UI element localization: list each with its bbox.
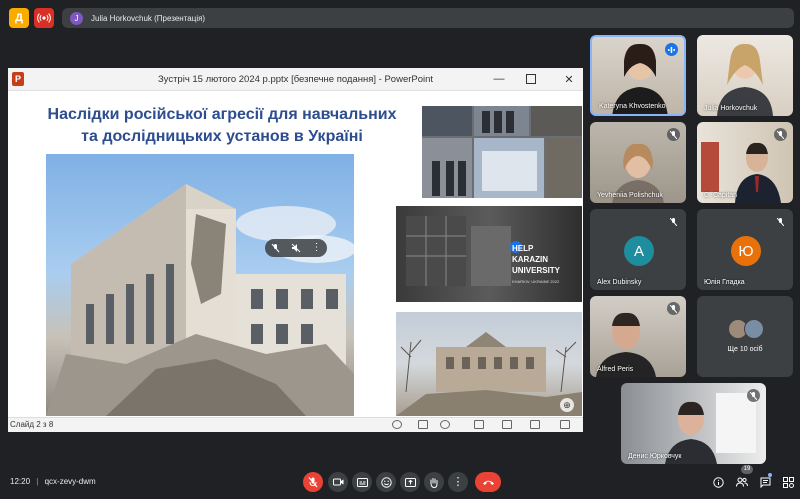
slide-sorter-icon[interactable]	[502, 420, 512, 429]
participant-tile-self[interactable]: Денис Юрковчук	[621, 383, 766, 464]
slide-counter: Слайд 2 з 8	[10, 420, 54, 429]
help-karazin-photo: HELP KARAZIN UNIVERSITY KHARKIV, UKRAINE…	[396, 206, 582, 302]
people-count-badge: 19	[741, 465, 753, 474]
mic-off-icon[interactable]	[271, 243, 280, 253]
people-collage-photo	[422, 106, 582, 198]
slide-title: Наслідки російської агресії для навчальн…	[22, 104, 422, 148]
participant-name: Julia Horkovchuk	[704, 105, 758, 112]
participant-name: Yevheniia Polishchuk	[597, 192, 663, 199]
participant-name: Alex Dubinsky	[597, 279, 642, 286]
slide-title-line2: та дослідницьких установ в Україні	[81, 128, 363, 145]
prev-slide-icon[interactable]	[392, 420, 402, 429]
participant-name: Денис Юрковчук	[628, 453, 682, 460]
help-text-line2: KARAZIN	[512, 255, 548, 264]
captions-icon	[356, 477, 368, 487]
destroyed-building-photo	[46, 154, 354, 416]
powerpoint-titlebar: P Зустріч 15 лютого 2024 р.pptx [безпечн…	[8, 68, 583, 91]
speaking-indicator-icon	[665, 43, 678, 56]
ruined-university-photo: ⊕	[396, 312, 582, 416]
mic-off-icon	[774, 215, 787, 228]
close-icon[interactable]: ✕	[560, 71, 578, 87]
presenter-controls-overlay[interactable]: ⋮	[265, 239, 327, 257]
minimize-icon[interactable]: —	[490, 71, 508, 87]
chat-button[interactable]	[756, 473, 774, 491]
info-separator: |	[36, 477, 39, 486]
participant-tile-7[interactable]: Alfred Peris	[590, 296, 686, 377]
leave-call-button[interactable]	[475, 472, 501, 492]
hand-icon	[430, 477, 438, 488]
volume-off-icon[interactable]	[291, 243, 301, 253]
help-text-line3: UNIVERSITY	[512, 266, 561, 275]
maximize-icon[interactable]	[522, 71, 540, 87]
more-options-button[interactable]: ⋮	[448, 472, 468, 492]
powerpoint-statusbar: Слайд 2 з 8	[8, 417, 583, 432]
emoji-button[interactable]	[376, 472, 396, 492]
present-icon	[404, 477, 416, 487]
participant-name: C. Capitan	[704, 192, 738, 199]
camera-icon	[332, 478, 343, 486]
zoom-icon[interactable]: ⊕	[560, 398, 574, 412]
mic-off-icon	[667, 302, 680, 315]
end-call-icon	[482, 480, 494, 485]
participant-name: Alfred Peris	[597, 366, 634, 373]
participant-tile-5[interactable]: A Alex Dubinsky	[590, 209, 686, 290]
participant-name: Kateryna Khvostenko	[599, 103, 666, 110]
participant-tile-4[interactable]: C. Capitan	[697, 122, 793, 203]
activities-button[interactable]	[779, 473, 797, 491]
mic-off-icon	[774, 128, 787, 141]
help-text-line1: HELP	[512, 244, 534, 253]
more-participants-label: Ще 10 осіб	[727, 346, 763, 353]
slideshow-icon[interactable]	[560, 420, 570, 429]
meeting-code: qcx-zevy-dwm	[44, 477, 96, 486]
presentation-window[interactable]: P Зустріч 15 лютого 2024 р.pptx [безпечн…	[8, 68, 583, 432]
participant-avatar: A	[624, 236, 654, 266]
mic-toggle-button[interactable]	[303, 472, 323, 492]
mic-off-icon	[308, 476, 318, 487]
emoji-icon	[380, 476, 392, 488]
clock: 12:20	[10, 477, 31, 486]
more-vert-icon: ⋮	[452, 475, 464, 488]
more-options-icon[interactable]: ⋮	[312, 243, 322, 253]
meeting-info: 12:20 | qcx-zevy-dwm	[10, 477, 96, 486]
chat-notification-dot	[768, 473, 772, 477]
participant-tile-1[interactable]: Kateryna Khvostenko	[590, 35, 686, 116]
participant-tile-2[interactable]: Julia Horkovchuk	[697, 35, 793, 116]
reading-view-icon[interactable]	[530, 420, 540, 429]
mic-off-icon	[667, 128, 680, 141]
mic-off-icon	[747, 389, 760, 402]
next-slide-icon[interactable]	[440, 420, 450, 429]
slide-title-line1: Наслідки російської агресії для навчальн…	[47, 106, 397, 123]
present-screen-button[interactable]	[400, 472, 420, 492]
more-participants-tile[interactable]: Ще 10 осіб	[697, 296, 793, 377]
participant-tile-6[interactable]: Ю Юлія Гладка	[697, 209, 793, 290]
people-button[interactable]: 19	[733, 465, 753, 491]
live-broadcast-icon[interactable]	[34, 8, 54, 28]
info-icon	[712, 476, 724, 488]
participant-thumb	[744, 319, 764, 339]
participant-avatar: Ю	[731, 236, 761, 266]
raise-hand-button[interactable]	[424, 472, 444, 492]
app-icon-yellow[interactable]: Д	[9, 8, 29, 28]
people-icon	[736, 477, 748, 487]
normal-view-icon[interactable]	[474, 420, 484, 429]
mic-off-icon	[667, 215, 680, 228]
captions-button[interactable]	[352, 472, 372, 492]
notes-icon[interactable]	[418, 420, 428, 429]
activities-icon	[782, 476, 794, 488]
presenter-bar[interactable]: J Julia Horkovchuk (Презентація)	[62, 8, 794, 28]
participant-tile-3[interactable]: Yevheniia Polishchuk	[590, 122, 686, 203]
participant-name: Юлія Гладка	[704, 279, 745, 286]
meeting-details-button[interactable]	[709, 473, 727, 491]
presenter-label: Julia Horkovchuk (Презентація)	[91, 13, 206, 23]
help-subtitle: KHARKIV, UKRAINE 2022	[512, 279, 560, 284]
presenter-avatar: J	[70, 11, 83, 25]
camera-toggle-button[interactable]	[328, 472, 348, 492]
chat-icon	[760, 477, 770, 488]
